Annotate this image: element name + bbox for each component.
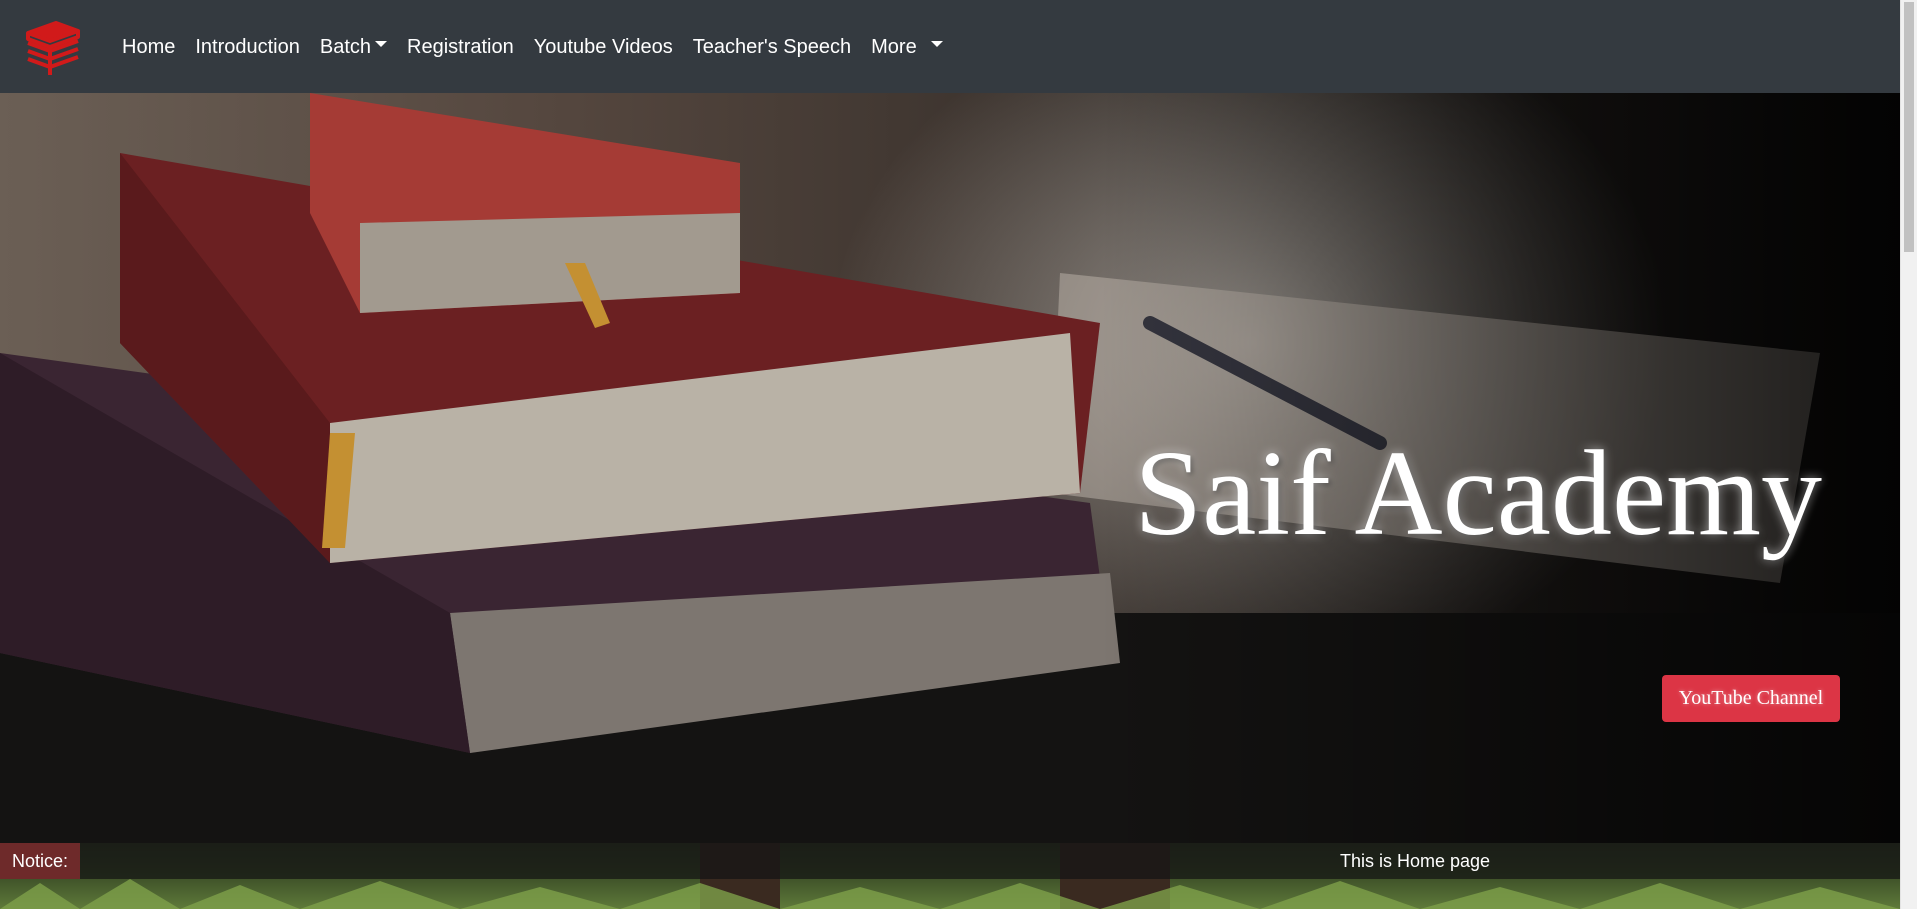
nav-dropdown-more-label: More: [871, 35, 917, 58]
nav-link-introduction-label: Introduction: [195, 35, 300, 58]
nav-dropdown-more[interactable]: More: [861, 37, 953, 57]
page: Home Introduction Batch Registration You…: [0, 0, 1917, 909]
caret-down-icon: [375, 40, 388, 47]
nav-links: Home Introduction Batch Registration You…: [112, 37, 953, 57]
nav-link-teachers-speech-label: Teacher's Speech: [692, 35, 852, 58]
nav-link-youtube-videos[interactable]: Youtube Videos: [524, 37, 683, 57]
hero-carousel: Saif Academy YouTube Channel: [0, 93, 1900, 843]
nav-link-home-label: Home: [122, 35, 176, 58]
vertical-scrollbar[interactable]: [1900, 0, 1917, 909]
nav-link-teachers-speech[interactable]: Teacher's Speech: [683, 37, 861, 57]
nav-dropdown-batch-label: Batch: [319, 35, 372, 58]
nav-link-registration[interactable]: Registration: [397, 37, 524, 57]
navbar: Home Introduction Batch Registration You…: [0, 0, 1900, 93]
caret-down-icon: [930, 40, 943, 47]
notice-marquee-text: This is Home page: [1340, 850, 1491, 871]
nav-link-youtube-videos-label: Youtube Videos: [533, 35, 673, 58]
nav-link-registration-label: Registration: [407, 35, 514, 58]
nav-dropdown-batch[interactable]: Batch: [310, 37, 397, 57]
nav-link-home[interactable]: Home: [112, 37, 185, 57]
notice-label: Notice:: [0, 843, 81, 879]
hero-title: Saif Academy: [1134, 426, 1822, 561]
scrollbar-thumb[interactable]: [1904, 2, 1914, 252]
youtube-channel-button[interactable]: YouTube Channel: [1662, 675, 1840, 722]
nav-link-introduction[interactable]: Introduction: [185, 37, 310, 57]
book-stack-icon[interactable]: [22, 17, 82, 77]
notice-bar: Notice: This is Home page: [0, 843, 1900, 879]
